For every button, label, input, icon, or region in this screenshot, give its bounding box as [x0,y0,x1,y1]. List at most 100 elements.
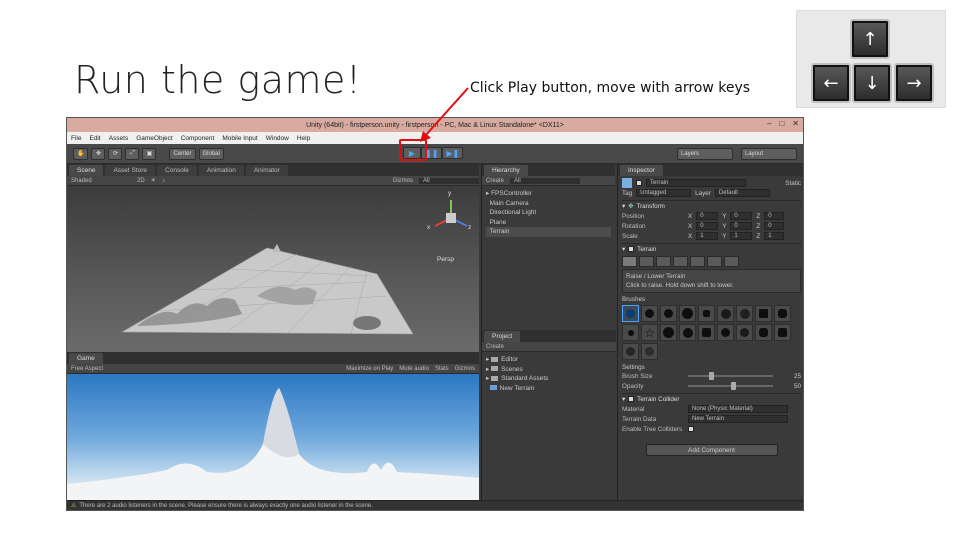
tab-animation[interactable]: Animation [198,164,244,176]
paint-height-tool-icon[interactable] [639,256,654,267]
layer-dropdown[interactable]: Default [714,189,770,197]
layout-dropdown[interactable]: Layout [741,148,797,160]
scene-gizmo[interactable]: y x z [427,190,473,240]
menu-gameobject[interactable]: GameObject [136,135,173,142]
position-z-field[interactable]: 0 [764,212,785,220]
brush-swatch[interactable] [622,324,639,341]
tab-hierarchy[interactable]: Hierarchy [484,164,528,176]
scene-search[interactable]: All [419,177,479,184]
brush-swatch[interactable] [736,324,753,341]
tab-game[interactable]: Game [69,352,103,364]
position-y-field[interactable]: 0 [730,212,753,220]
hand-tool-icon[interactable]: ✋ [73,147,89,160]
hierarchy-item-selected[interactable]: Terrain [486,227,611,237]
terrain-enabled-checkbox[interactable] [628,246,635,252]
light-toggle-icon[interactable]: ☀ [151,177,156,184]
brush-swatch[interactable] [679,305,696,322]
tab-project[interactable]: Project [484,330,521,342]
brush-swatch[interactable] [641,343,658,360]
layers-dropdown[interactable]: Layers [677,148,733,160]
brush-swatch[interactable] [717,305,734,322]
tab-inspector[interactable]: Inspector [620,164,663,176]
menu-window[interactable]: Window [266,135,289,142]
brush-swatch[interactable] [622,305,639,322]
material-field[interactable]: None (Physic Material) [688,405,788,413]
hierarchy-item[interactable]: ▸ FPSController [486,189,611,199]
tab-console[interactable]: Console [157,164,197,176]
menu-help[interactable]: Help [297,135,310,142]
scale-tool-icon[interactable]: ⤢ [125,147,140,160]
brush-size-slider-handle[interactable] [709,372,715,380]
tree-colliders-checkbox[interactable] [688,426,694,432]
scale-y-field[interactable]: 1 [730,232,753,240]
opacity-value[interactable]: 50 [781,383,801,390]
brush-swatch[interactable] [679,324,696,341]
gizmos-dropdown[interactable]: Gizmos [393,178,413,184]
opacity-slider-handle[interactable] [730,382,736,390]
maximize-on-play-toggle[interactable]: Maximize on Play [346,366,393,372]
move-tool-icon[interactable]: ✥ [91,147,106,160]
smooth-height-tool-icon[interactable] [656,256,671,267]
object-name-field[interactable]: Terrain [646,179,746,187]
paint-details-tool-icon[interactable] [707,256,722,267]
persp-label[interactable]: Persp [437,256,454,263]
scale-z-field[interactable]: 1 [764,232,785,240]
game-gizmos-dropdown[interactable]: Gizmos [455,366,475,372]
mute-audio-toggle[interactable]: Mute audio [399,366,429,372]
tab-scene[interactable]: Scene [69,164,104,176]
transform-header[interactable]: ▾ ✥ Transform [622,200,801,211]
scene-view[interactable]: y x z Persp [67,186,479,352]
2d-toggle[interactable]: 2D [137,178,145,184]
menu-edit[interactable]: Edit [89,135,100,142]
project-folder[interactable]: ▸ Editor [486,355,612,365]
brush-size-slider[interactable] [688,372,773,380]
menu-mobile-input[interactable]: Mobile Input [222,135,257,142]
opacity-slider[interactable] [688,382,773,390]
pivot-toggle[interactable]: Center [169,147,196,160]
brush-size-value[interactable]: 25 [781,373,801,380]
paint-texture-tool-icon[interactable] [673,256,688,267]
hierarchy-item[interactable]: Plane [486,218,611,228]
raise-lower-tool-icon[interactable] [622,256,637,267]
stats-toggle[interactable]: Stats [435,366,449,372]
brush-swatch[interactable] [641,305,658,322]
maximize-button[interactable]: □ [779,119,784,128]
project-folder[interactable]: ▸ Scenes [486,365,612,375]
project-create-button[interactable]: Create [486,344,504,350]
brush-swatch[interactable] [698,305,715,322]
brush-swatch[interactable] [698,324,715,341]
terrain-data-field[interactable]: New Terrain [688,415,788,423]
brush-swatch[interactable]: ☆ [641,324,658,341]
console-status-bar[interactable]: ⚠ There are 2 audio listeners in the sce… [67,500,803,510]
game-view[interactable] [67,374,479,510]
place-trees-tool-icon[interactable] [690,256,705,267]
minimize-button[interactable]: – [767,119,771,128]
tab-asset-store[interactable]: Asset Store [105,164,156,176]
terrain-header[interactable]: ▾ Terrain [622,243,801,254]
rect-tool-icon[interactable]: ▣ [142,147,157,160]
menu-assets[interactable]: Assets [109,135,129,142]
rotate-tool-icon[interactable]: ⟳ [108,147,123,160]
rotation-z-field[interactable]: 0 [764,222,785,230]
add-component-button[interactable]: Add Component [645,444,778,456]
terrain-collider-header[interactable]: ▾ Terrain Collider [622,393,801,404]
hierarchy-create-button[interactable]: Create [486,178,504,184]
brush-swatch[interactable] [717,324,734,341]
brush-swatch[interactable] [755,305,772,322]
step-button[interactable]: ▶❚ [442,147,464,159]
brush-swatch[interactable] [660,324,677,341]
menu-file[interactable]: File [71,135,81,142]
menu-component[interactable]: Component [181,135,215,142]
project-folder[interactable]: ▸ Standard Assets [486,374,612,384]
rotation-y-field[interactable]: 0 [730,222,753,230]
hierarchy-search[interactable]: All [510,177,581,184]
brush-swatch[interactable] [774,305,791,322]
position-x-field[interactable]: 0 [696,212,719,220]
aspect-dropdown[interactable]: Free Aspect [71,366,103,372]
active-checkbox[interactable] [636,180,642,186]
rotation-x-field[interactable]: 0 [696,222,719,230]
close-button[interactable]: ✕ [792,119,799,128]
tab-animator[interactable]: Animator [245,164,288,176]
shading-dropdown[interactable]: Shaded [71,178,131,184]
audio-toggle-icon[interactable]: ♪ [162,178,165,184]
